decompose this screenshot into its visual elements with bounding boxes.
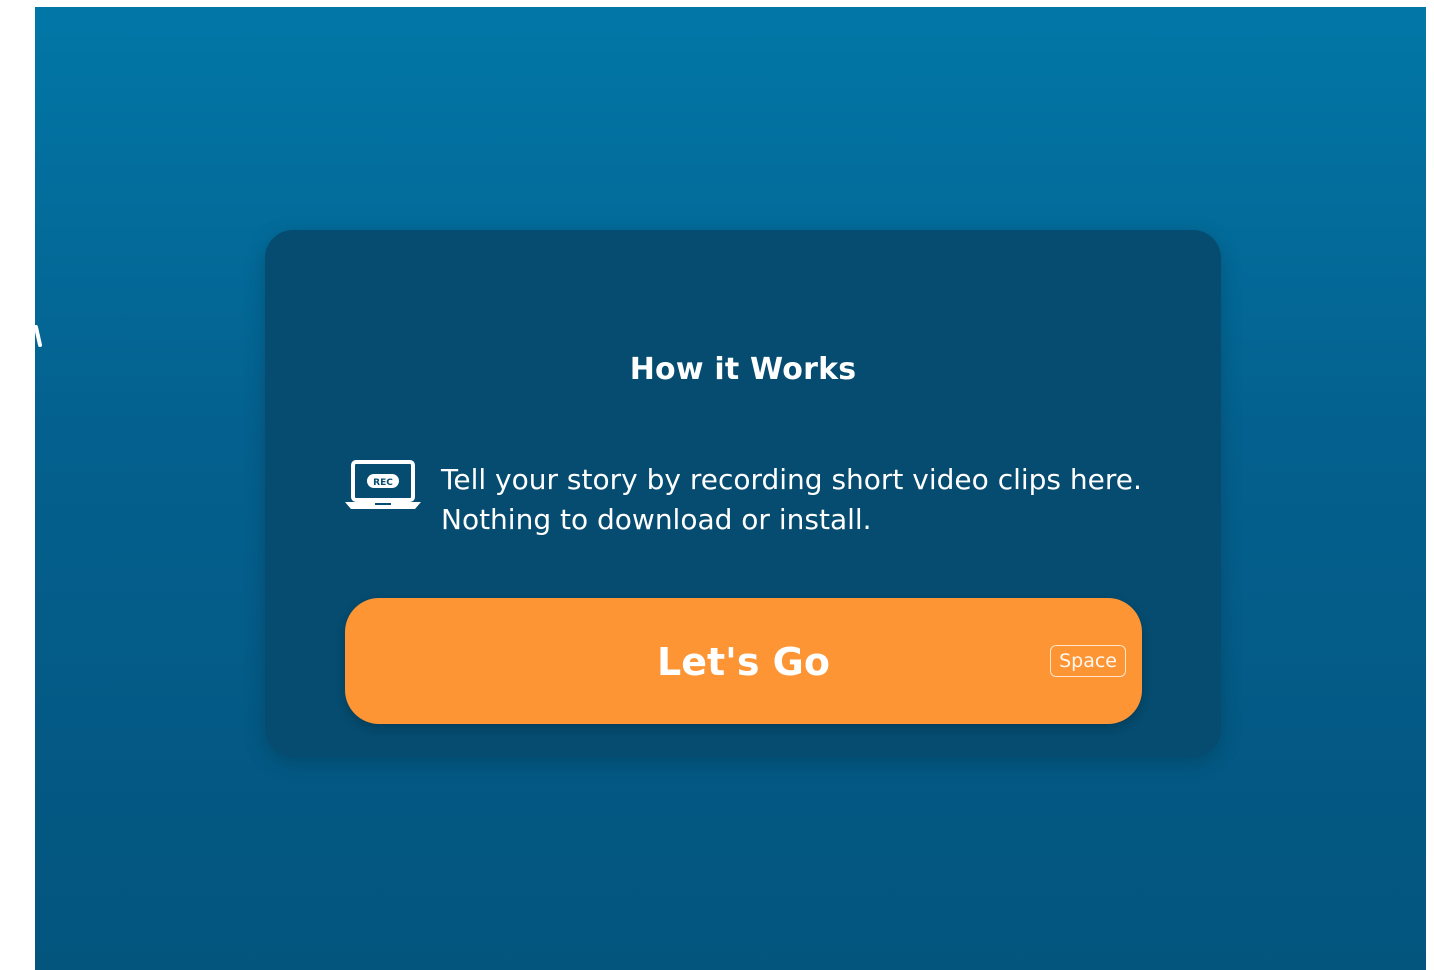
page-edge-mark [35,325,42,347]
info-line-record: Tell your story by recording short video… [441,463,1142,496]
how-it-works-card: How it Works REC Tell your story by reco… [265,230,1221,757]
info-row: REC Tell your story by recording short v… [345,460,1142,540]
page-background: How it Works REC Tell your story by reco… [35,7,1426,970]
rec-badge-text: REC [373,478,393,488]
laptop-rec-icon: REC [345,460,421,509]
lets-go-button[interactable]: Let's Go Space [345,598,1142,724]
card-title: How it Works [629,352,857,387]
space-key-hint: Space [1050,645,1126,677]
info-text: Tell your story by recording short video… [441,460,1142,540]
lets-go-label: Let's Go [657,640,830,684]
info-line-no-install: Nothing to download or install. [441,503,872,536]
